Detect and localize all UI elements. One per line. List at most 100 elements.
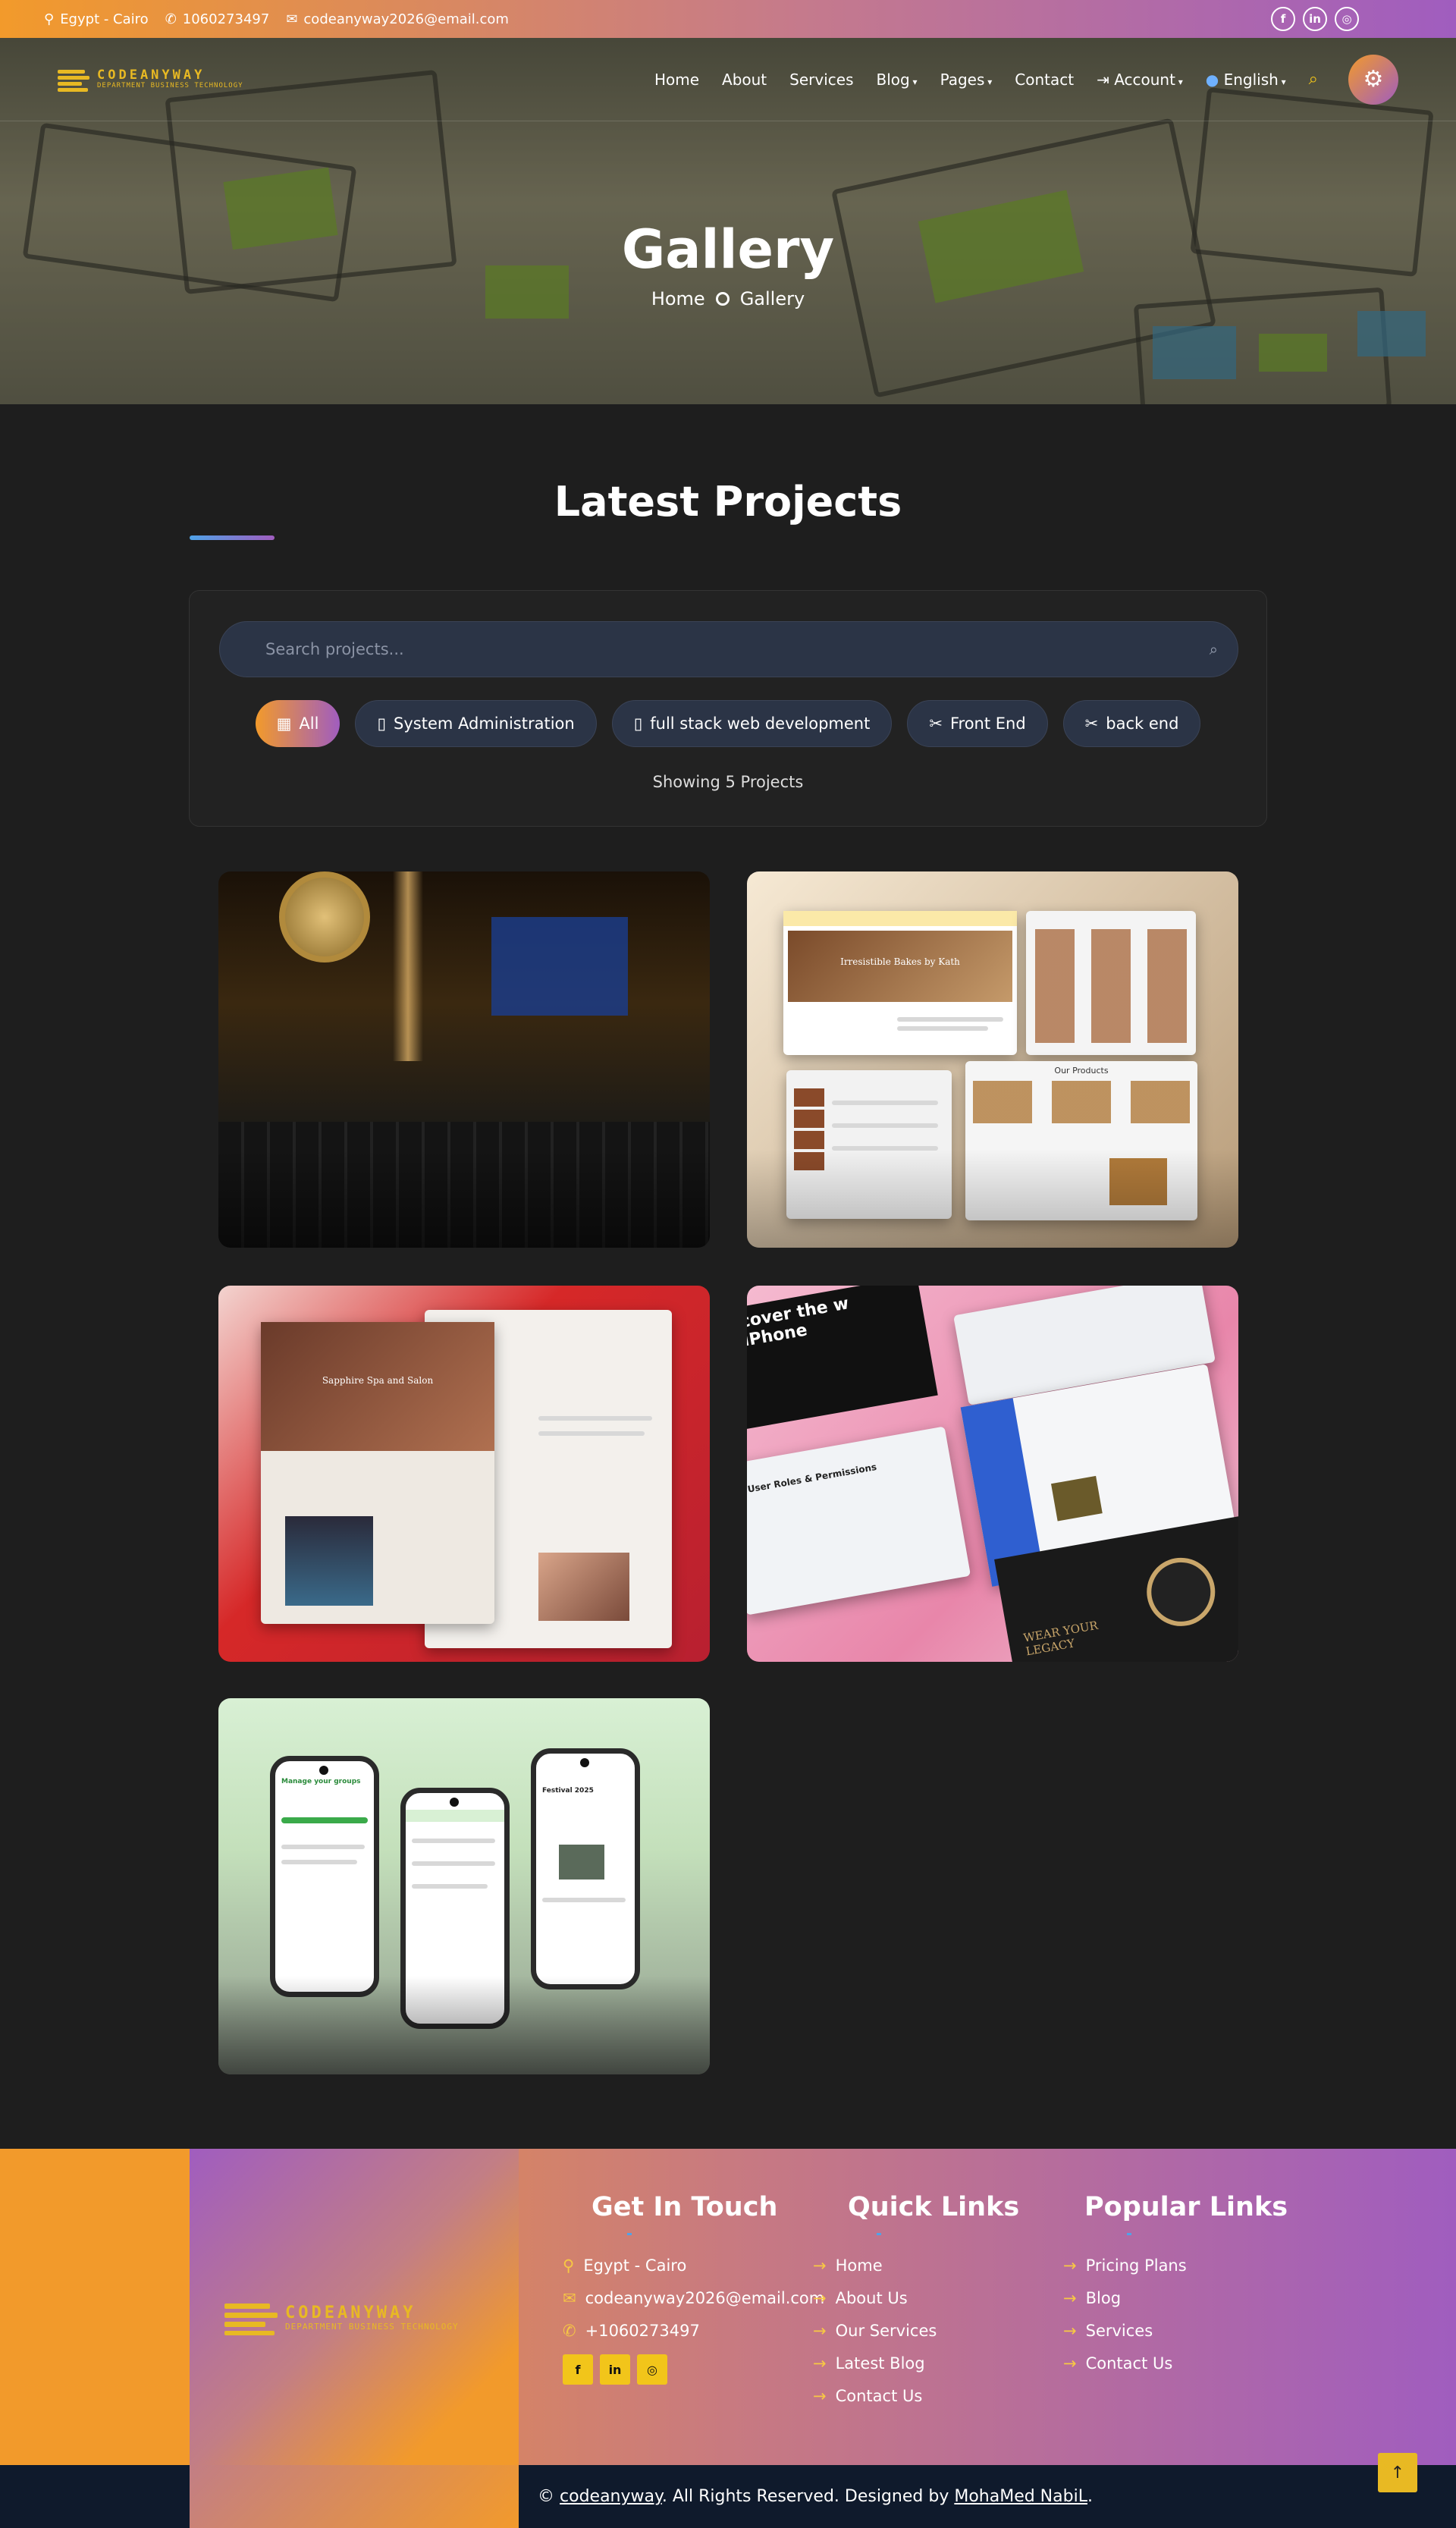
phone-promo-text: cover the w iPhone bbox=[747, 1294, 851, 1351]
arrow-right-icon: → bbox=[813, 2354, 827, 2373]
filter-chips: ▦ All ▯ System Administration ▯ full stack … bbox=[190, 700, 1266, 747]
filter-all[interactable]: ▦ All bbox=[255, 700, 340, 747]
grid-icon: ▦ bbox=[276, 714, 292, 733]
gear-icon[interactable]: ⚙ bbox=[1348, 54, 1398, 105]
logo-text: CODEANYWAY DEPARTMENT BUSINESS TECHNOLOG… bbox=[97, 68, 243, 90]
arrow-up-icon[interactable]: ↑ bbox=[1378, 2453, 1417, 2492]
contact-info: ⚲ Egypt - Cairo ✆ 1060273497 ✉ codeanyway20… bbox=[44, 11, 509, 27]
top-bar: ⚲ Egypt - Cairo ✆ 1060273497 ✉ codeanyway20… bbox=[0, 0, 1456, 38]
light-beam bbox=[393, 871, 423, 1061]
filter-panel: ⌕ ▦ All ▯ System Administration ▯ full stac… bbox=[189, 590, 1267, 827]
footer-link[interactable]: → Our Services bbox=[813, 2314, 1019, 2347]
filter-front-end[interactable]: ✂ Front End bbox=[907, 700, 1048, 747]
card-overlay bbox=[218, 1976, 710, 2074]
tools-icon: ✂ bbox=[929, 714, 943, 733]
bakery-heading: Irresistible Bakes by Kath bbox=[840, 956, 960, 967]
footer-link[interactable]: → About Us bbox=[813, 2281, 1019, 2314]
emblem-image bbox=[279, 871, 370, 963]
instagram-icon[interactable]: ◎ bbox=[637, 2354, 667, 2385]
circle-icon bbox=[715, 292, 730, 306]
linkedin-icon[interactable]: in bbox=[600, 2354, 630, 2385]
facebook-icon[interactable]: f bbox=[1271, 7, 1295, 31]
logo-name: CODEANYWAY bbox=[97, 68, 206, 83]
footer-phone[interactable]: ✆ +1060273497 bbox=[563, 2314, 824, 2347]
envelope-icon: ✉ bbox=[286, 11, 298, 27]
footer-socials: f in ◎ bbox=[563, 2354, 824, 2385]
hero-banner: CODEANYWAY DEPARTMENT BUSINESS TECHNOLOG… bbox=[0, 38, 1456, 404]
footer-email[interactable]: ✉ codeanyway2026@email.com bbox=[563, 2281, 824, 2314]
mockup-page: Sapphire Spa and Salon bbox=[261, 1322, 494, 1624]
footer-link-label: About Us bbox=[835, 2288, 908, 2307]
nav-services[interactable]: Services bbox=[789, 71, 853, 89]
map-pin-icon: ⚲ bbox=[44, 11, 55, 27]
nav-about[interactable]: About bbox=[722, 71, 767, 89]
nav-contact[interactable]: Contact bbox=[1015, 71, 1074, 89]
arrow-right-icon: → bbox=[813, 2321, 827, 2340]
footer-link-label: Latest Blog bbox=[835, 2354, 925, 2373]
project-card[interactable]: cover the w iPhone User Roles & Permissi… bbox=[747, 1286, 1238, 1662]
search-icon[interactable]: ⌕ bbox=[1210, 640, 1218, 658]
project-card[interactable]: Manage your groups Festival 2025 bbox=[218, 1698, 710, 2074]
logo-name: CODEANYWAY bbox=[285, 2303, 416, 2322]
copyright-brand-link[interactable]: codeanyway bbox=[560, 2487, 662, 2506]
copyright-symbol: © bbox=[538, 2487, 555, 2506]
tools-icon: ✂ bbox=[1084, 714, 1099, 733]
footer-link[interactable]: → Latest Blog bbox=[813, 2347, 1019, 2379]
arrow-right-icon: → bbox=[813, 2288, 827, 2307]
section-title: Latest Projects bbox=[554, 478, 902, 526]
footer-accent bbox=[0, 2149, 190, 2465]
search-icon[interactable]: ⌕ bbox=[1309, 70, 1318, 89]
footer-link-label: Contact Us bbox=[835, 2386, 923, 2405]
email-text: codeanyway2026@email.com bbox=[303, 11, 509, 27]
title-underline bbox=[190, 535, 275, 540]
arrow-right-icon: → bbox=[1063, 2321, 1077, 2340]
project-card[interactable]: Sapphire Spa and Salon bbox=[218, 1286, 710, 1662]
phone-info[interactable]: ✆ 1060273497 bbox=[165, 11, 270, 27]
nav-home[interactable]: Home bbox=[654, 71, 699, 89]
watch-promo-text: WEAR YOUR LEGACY bbox=[1022, 1618, 1100, 1659]
nav-blog[interactable]: Blog bbox=[877, 71, 918, 89]
footer-link[interactable]: → Home bbox=[813, 2249, 1019, 2281]
footer-link[interactable]: → Blog bbox=[1063, 2281, 1288, 2314]
copyright-author-link[interactable]: MohaMed NabiL bbox=[954, 2487, 1087, 2506]
instagram-icon[interactable]: ◎ bbox=[1335, 7, 1359, 31]
mockup-page: Irresistible Bakes by Kath bbox=[783, 911, 1017, 1055]
filter-system-administration[interactable]: ▯ System Administration bbox=[355, 700, 597, 747]
mobile-icon: ▯ bbox=[633, 714, 643, 733]
card-overlay bbox=[218, 1149, 710, 1248]
linkedin-icon[interactable]: in bbox=[1303, 7, 1327, 31]
language-dropdown[interactable]: ● English bbox=[1206, 71, 1286, 89]
search-input[interactable] bbox=[265, 640, 1192, 658]
roles-heading: User Roles & Permissions bbox=[747, 1461, 878, 1495]
social-links: f in ◎ bbox=[1271, 7, 1359, 31]
footer-link[interactable]: → Contact Us bbox=[813, 2379, 1019, 2412]
screen-image bbox=[491, 917, 628, 1016]
logo-mark-icon bbox=[58, 68, 89, 92]
footer-logo[interactable]: CODEANYWAY DEPARTMENT BUSINESS TECHNOLOG… bbox=[224, 2300, 459, 2335]
nav-pages[interactable]: Pages bbox=[940, 71, 993, 89]
footer-link-label: Services bbox=[1085, 2321, 1153, 2340]
footer-link[interactable]: → Contact Us bbox=[1063, 2347, 1288, 2379]
mockup-page: cover the w iPhone bbox=[747, 1286, 938, 1433]
footer-link[interactable]: → Services bbox=[1063, 2314, 1288, 2347]
products-heading: Our Products bbox=[1054, 1066, 1109, 1076]
logo[interactable]: CODEANYWAY DEPARTMENT BUSINESS TECHNOLOG… bbox=[58, 68, 243, 92]
mobile-icon: ▯ bbox=[377, 714, 387, 733]
filter-full-stack[interactable]: ▯ full stack web development bbox=[611, 700, 893, 747]
project-card[interactable] bbox=[218, 871, 710, 1248]
logo-text: CODEANYWAY DEPARTMENT BUSINESS TECHNOLOG… bbox=[285, 2303, 459, 2332]
filter-label: Front End bbox=[949, 714, 1026, 733]
arrow-right-icon: → bbox=[813, 2386, 827, 2405]
card-overlay bbox=[747, 1149, 1238, 1248]
filter-back-end[interactable]: ✂ back end bbox=[1062, 700, 1201, 747]
footer-link-label: Blog bbox=[1085, 2288, 1122, 2307]
facebook-icon[interactable]: f bbox=[563, 2354, 593, 2385]
location-text: Egypt - Cairo bbox=[60, 11, 149, 27]
copyright-end: . bbox=[1087, 2487, 1093, 2506]
project-card[interactable]: Irresistible Bakes by Kath Our Products bbox=[747, 871, 1238, 1248]
email-info[interactable]: ✉ codeanyway2026@email.com bbox=[286, 11, 509, 27]
footer-link[interactable]: → Pricing Plans bbox=[1063, 2249, 1288, 2281]
envelope-icon: ✉ bbox=[563, 2288, 576, 2307]
nav-account-dropdown[interactable]: ⇥ Account bbox=[1097, 71, 1183, 89]
breadcrumb-home[interactable]: Home bbox=[651, 288, 705, 309]
